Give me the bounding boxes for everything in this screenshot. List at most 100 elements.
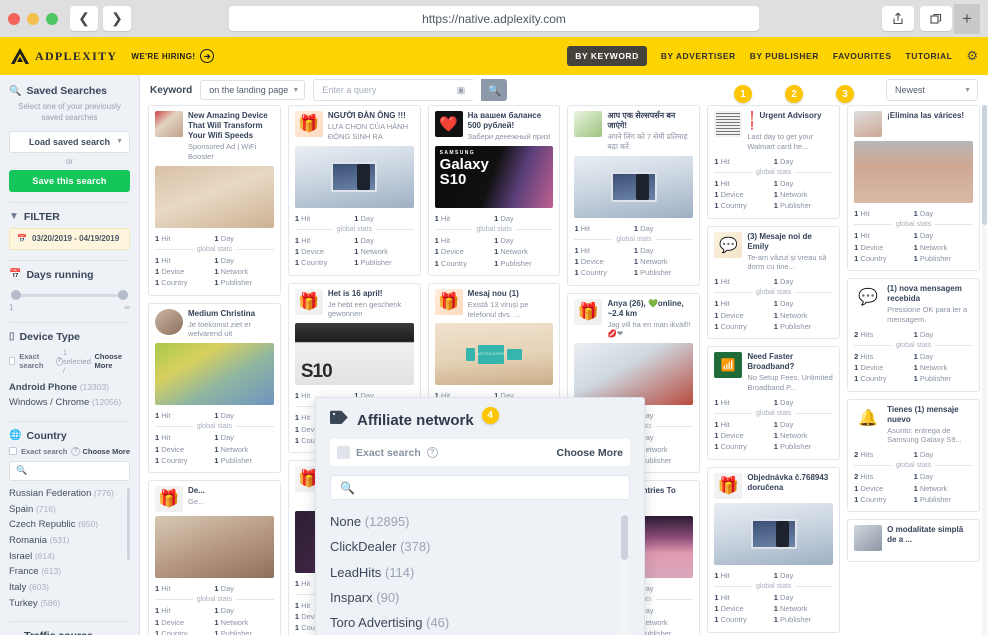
ad-card[interactable]: ❗ Urgent Advisory ❗ Last day to get your… <box>707 105 841 219</box>
modal-option[interactable]: Toro Advertising (46) <box>330 610 630 635</box>
checkbox-icon[interactable] <box>9 357 16 366</box>
modal-choose-more-link[interactable]: Choose More <box>556 447 623 459</box>
slider-handle-max[interactable] <box>118 289 128 300</box>
results-scrollbar[interactable] <box>982 105 987 635</box>
back-icon[interactable]: ❮ <box>70 6 98 31</box>
ad-card[interactable]: 📶 Need Faster Broadband? No Setup Fees. … <box>707 346 841 460</box>
ad-devices: 1 Device <box>714 604 744 613</box>
days-running-slider[interactable] <box>11 289 128 301</box>
days-running-header: 📅 Days running <box>9 269 130 281</box>
clipboard-icon[interactable]: ▣ <box>457 85 466 96</box>
search-input[interactable]: Enter a query ▣ <box>313 79 474 101</box>
nav-tutorial[interactable]: TUTORIAL <box>906 51 953 61</box>
minimize-window-button[interactable] <box>27 12 39 25</box>
ad-card[interactable]: ❤️ На вашем балансе 500 рублей! Забери д… <box>427 105 561 276</box>
question-icon[interactable]: ? <box>71 446 81 456</box>
ad-countries: 1 Country <box>714 615 747 625</box>
modal-exact-search-toggle[interactable]: Exact search ? <box>337 446 438 459</box>
country-search-input[interactable]: 🔍 <box>9 460 130 481</box>
ad-stats: 2 Hits 1 Day global stats 2 Hits 1 Day 1 D… <box>854 449 973 505</box>
country-options-list[interactable]: Russian Federation (776) Spain (716) Cze… <box>9 486 130 611</box>
ad-card[interactable]: 🎁 De... Ge... 1 Hit 1 Day global stats 1 … <box>148 480 281 635</box>
country-option[interactable]: Russian Federation (776) <box>9 486 130 502</box>
modal-options-list[interactable]: None (12895) ClickDealer (378) LeadHits … <box>330 509 630 635</box>
ad-card[interactable]: आप एक सेल्‍सपर्सन बन जाएंगे! अपने लिंग क… <box>567 105 701 286</box>
tabs-icon[interactable] <box>920 6 952 31</box>
country-option[interactable]: France (613) <box>9 564 130 580</box>
nav-by-publisher[interactable]: BY PUBLISHER <box>750 51 819 61</box>
sort-select[interactable]: Newest ▼ <box>886 79 978 101</box>
ad-publishers: 1 Publisher <box>214 455 252 465</box>
ad-card[interactable]: New Amazing Device That Will Transform Y… <box>148 105 281 296</box>
share-icon[interactable] <box>882 6 914 31</box>
ad-card[interactable]: 💬 (1) nova mensagem recebida Pressione O… <box>847 278 980 392</box>
save-this-search-button[interactable]: Save this search <box>9 169 130 192</box>
ad-stats-row: 2 Hits 1 Day <box>854 329 973 340</box>
country-choose-more-link[interactable]: Choose More <box>82 447 130 456</box>
ad-thumbnail: 🎁 <box>294 111 323 137</box>
slider-handle-min[interactable] <box>11 289 21 300</box>
nav-by-advertiser[interactable]: BY ADVERTISER <box>661 51 736 61</box>
modal-search-input[interactable]: 🔍 <box>330 475 630 500</box>
checkbox-icon[interactable] <box>9 447 17 456</box>
ad-stats-row: 1 Hit 1 Day <box>714 592 833 603</box>
ad-thumbnail: 💬 <box>854 284 883 310</box>
maximize-window-button[interactable] <box>46 12 58 25</box>
question-icon[interactable]: ? <box>55 356 63 366</box>
country-option-name: Romania <box>9 534 48 546</box>
country-option[interactable]: Israel (614) <box>9 549 130 565</box>
ad-card[interactable]: O modalitate simplă de a ... <box>847 519 980 562</box>
date-range-picker[interactable]: 📅 03/20/2019 - 04/19/2019 <box>9 227 130 250</box>
device-exact-search-toggle[interactable]: Exact search ? <box>9 352 63 370</box>
saved-searches-title: Saved Searches <box>26 85 108 97</box>
ad-hits: 2 Hits <box>854 450 874 459</box>
ad-days: 1 Day <box>214 233 235 243</box>
device-choose-more-link[interactable]: Choose More <box>95 352 130 370</box>
scope-select[interactable]: on the landing page ▼ <box>200 80 306 100</box>
nav-by-keyword[interactable]: BY KEYWORD <box>567 46 647 66</box>
country-option[interactable]: Turkey (586) <box>9 596 130 612</box>
ad-card[interactable]: 🎁 Objednávka č.768943 doručena 1 Hit 1 Da… <box>707 466 841 633</box>
modal-scrollbar-thumb[interactable] <box>621 515 628 560</box>
country-option[interactable]: Italy (603) <box>9 580 130 596</box>
checkbox-icon[interactable] <box>337 446 350 459</box>
ad-card[interactable]: ¡Elimina las várices! 1 Hit 1 Day global … <box>847 105 980 271</box>
nav-buttons[interactable]: ❮ ❯ <box>70 6 131 31</box>
country-exact-label: Exact search <box>21 446 68 456</box>
header-nav[interactable]: BY KEYWORD BY ADVERTISER BY PUBLISHER FA… <box>567 46 978 66</box>
modal-option[interactable]: ClickDealer (378) <box>330 534 630 559</box>
forward-icon[interactable]: ❯ <box>103 6 131 31</box>
gear-icon[interactable]: ⚙ <box>966 48 978 64</box>
ad-card[interactable]: 🎁 NGƯỜI ĐÀN ÔNG !!! LỰA CHỌN CỦA HÀNH ĐỘ… <box>287 105 421 276</box>
ad-global-days: 1 Day <box>913 472 934 482</box>
ad-stats-row: 1 Hit 1 Day <box>155 583 274 594</box>
device-option[interactable]: Android Phone (13303) <box>9 380 130 396</box>
results-panel: Keyword on the landing page ▼ Enter a qu… <box>140 75 988 635</box>
ad-card[interactable]: 🔔 Tienes (1) mensaje nuevo Asunto: entre… <box>847 398 980 512</box>
close-window-button[interactable] <box>8 12 20 25</box>
modal-option[interactable]: LeadHits (114) <box>330 560 630 585</box>
hiring-badge[interactable]: WE'RE HIRING! ➔ <box>131 49 215 63</box>
ad-card[interactable]: 💬 (3) Mesaje noi de Emily Te-am văzut și… <box>707 225 841 339</box>
country-list-scrollbar[interactable] <box>127 487 130 560</box>
logo[interactable]: ADPLEXITY <box>10 47 117 65</box>
nav-favourites[interactable]: FAVOURITES <box>833 51 892 61</box>
modal-option[interactable]: None (12895) <box>330 509 630 534</box>
question-icon[interactable]: ? <box>426 447 438 458</box>
address-bar[interactable]: https://native.adplexity.com <box>229 6 759 31</box>
ad-title: NGƯỜI ĐÀN ÔNG !!! <box>327 111 406 120</box>
country-exact-search-toggle[interactable]: Exact search ? <box>9 446 81 456</box>
new-tab-button[interactable]: + <box>954 3 980 34</box>
browser-actions[interactable] <box>882 6 952 31</box>
window-controls[interactable] <box>8 12 58 25</box>
search-button[interactable]: 🔍 <box>481 79 508 101</box>
country-option[interactable]: Czech Republic (650) <box>9 517 130 533</box>
country-option-name: Italy <box>9 581 27 593</box>
country-option[interactable]: Spain (716) <box>9 502 130 518</box>
modal-option[interactable]: Insparx (90) <box>330 585 630 610</box>
country-option[interactable]: Romania (631) <box>9 533 130 549</box>
device-option[interactable]: Windows / Chrome (12056) <box>9 395 130 411</box>
device-selected-count: 1 selected / <box>62 347 91 375</box>
load-saved-search-select[interactable]: Load saved search ▼ <box>9 130 130 153</box>
ad-card[interactable]: Medium Christina Je toekomst ziet er wel… <box>148 302 281 473</box>
